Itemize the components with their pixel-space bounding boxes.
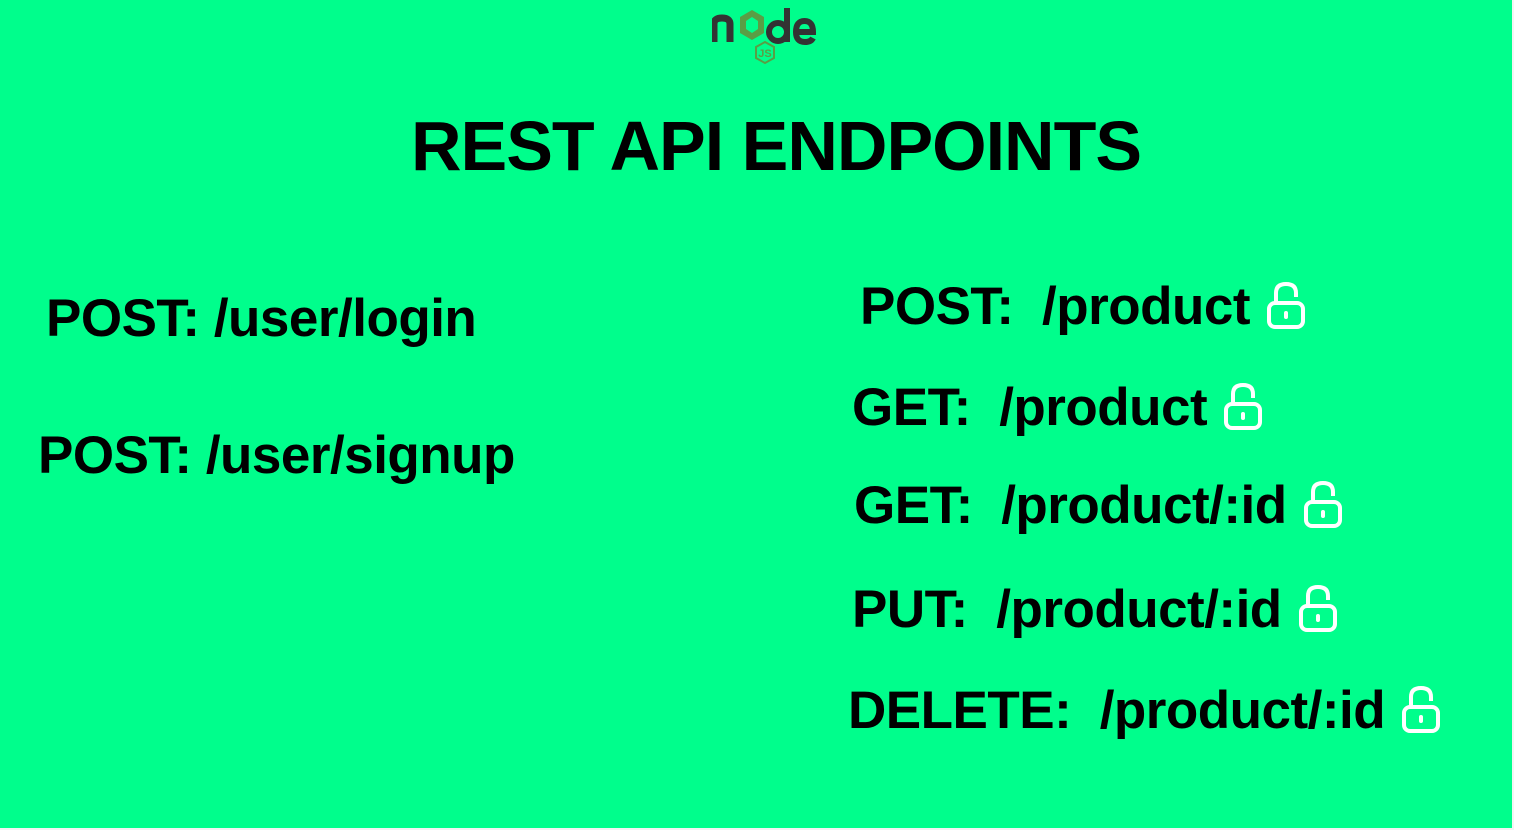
endpoint-method: POST: bbox=[860, 277, 1014, 336]
page-title: REST API ENDPOINTS bbox=[410, 107, 1142, 185]
endpoint-path: /product bbox=[1042, 277, 1251, 336]
lock-icon bbox=[1224, 382, 1263, 430]
lock-icon bbox=[1402, 685, 1441, 733]
nodejs-logo-icon: JS node bbox=[710, 2, 818, 68]
lock-icon bbox=[1303, 480, 1342, 528]
endpoint-method: POST: bbox=[38, 426, 192, 485]
endpoint-method: POST: bbox=[46, 289, 200, 348]
endpoint-path: /product/:id bbox=[1001, 476, 1287, 535]
endpoint-method: DELETE: bbox=[848, 681, 1072, 740]
endpoint-post-product: POST: /product bbox=[860, 277, 1306, 337]
endpoint-path: /user/signup bbox=[205, 426, 516, 485]
endpoint-path: /product bbox=[999, 378, 1208, 437]
endpoint-path: /product/:id bbox=[996, 580, 1282, 639]
lock-icon bbox=[1267, 281, 1306, 329]
endpoint-put-product-id: PUT: /product/:id bbox=[852, 580, 1338, 640]
slide: JS node REST API ENDPOINTS POST: /user/l… bbox=[0, 0, 1514, 830]
endpoint-user-login: POST: /user/login bbox=[46, 289, 477, 349]
endpoint-method: GET: bbox=[852, 378, 971, 437]
nodejs-badge-text: JS bbox=[758, 48, 771, 60]
endpoint-method: PUT: bbox=[852, 580, 968, 639]
endpoint-user-signup: POST: /user/signup bbox=[38, 426, 515, 486]
endpoint-get-products: GET: /product bbox=[852, 378, 1263, 438]
endpoint-get-product-id: GET: /product/:id bbox=[854, 476, 1343, 536]
endpoint-delete-product-id: DELETE: /product/:id bbox=[848, 681, 1441, 741]
endpoint-path: /user/login bbox=[213, 289, 477, 348]
lock-icon bbox=[1298, 584, 1337, 632]
endpoint-method: GET: bbox=[854, 476, 973, 535]
endpoint-path: /product/:id bbox=[1099, 681, 1386, 740]
